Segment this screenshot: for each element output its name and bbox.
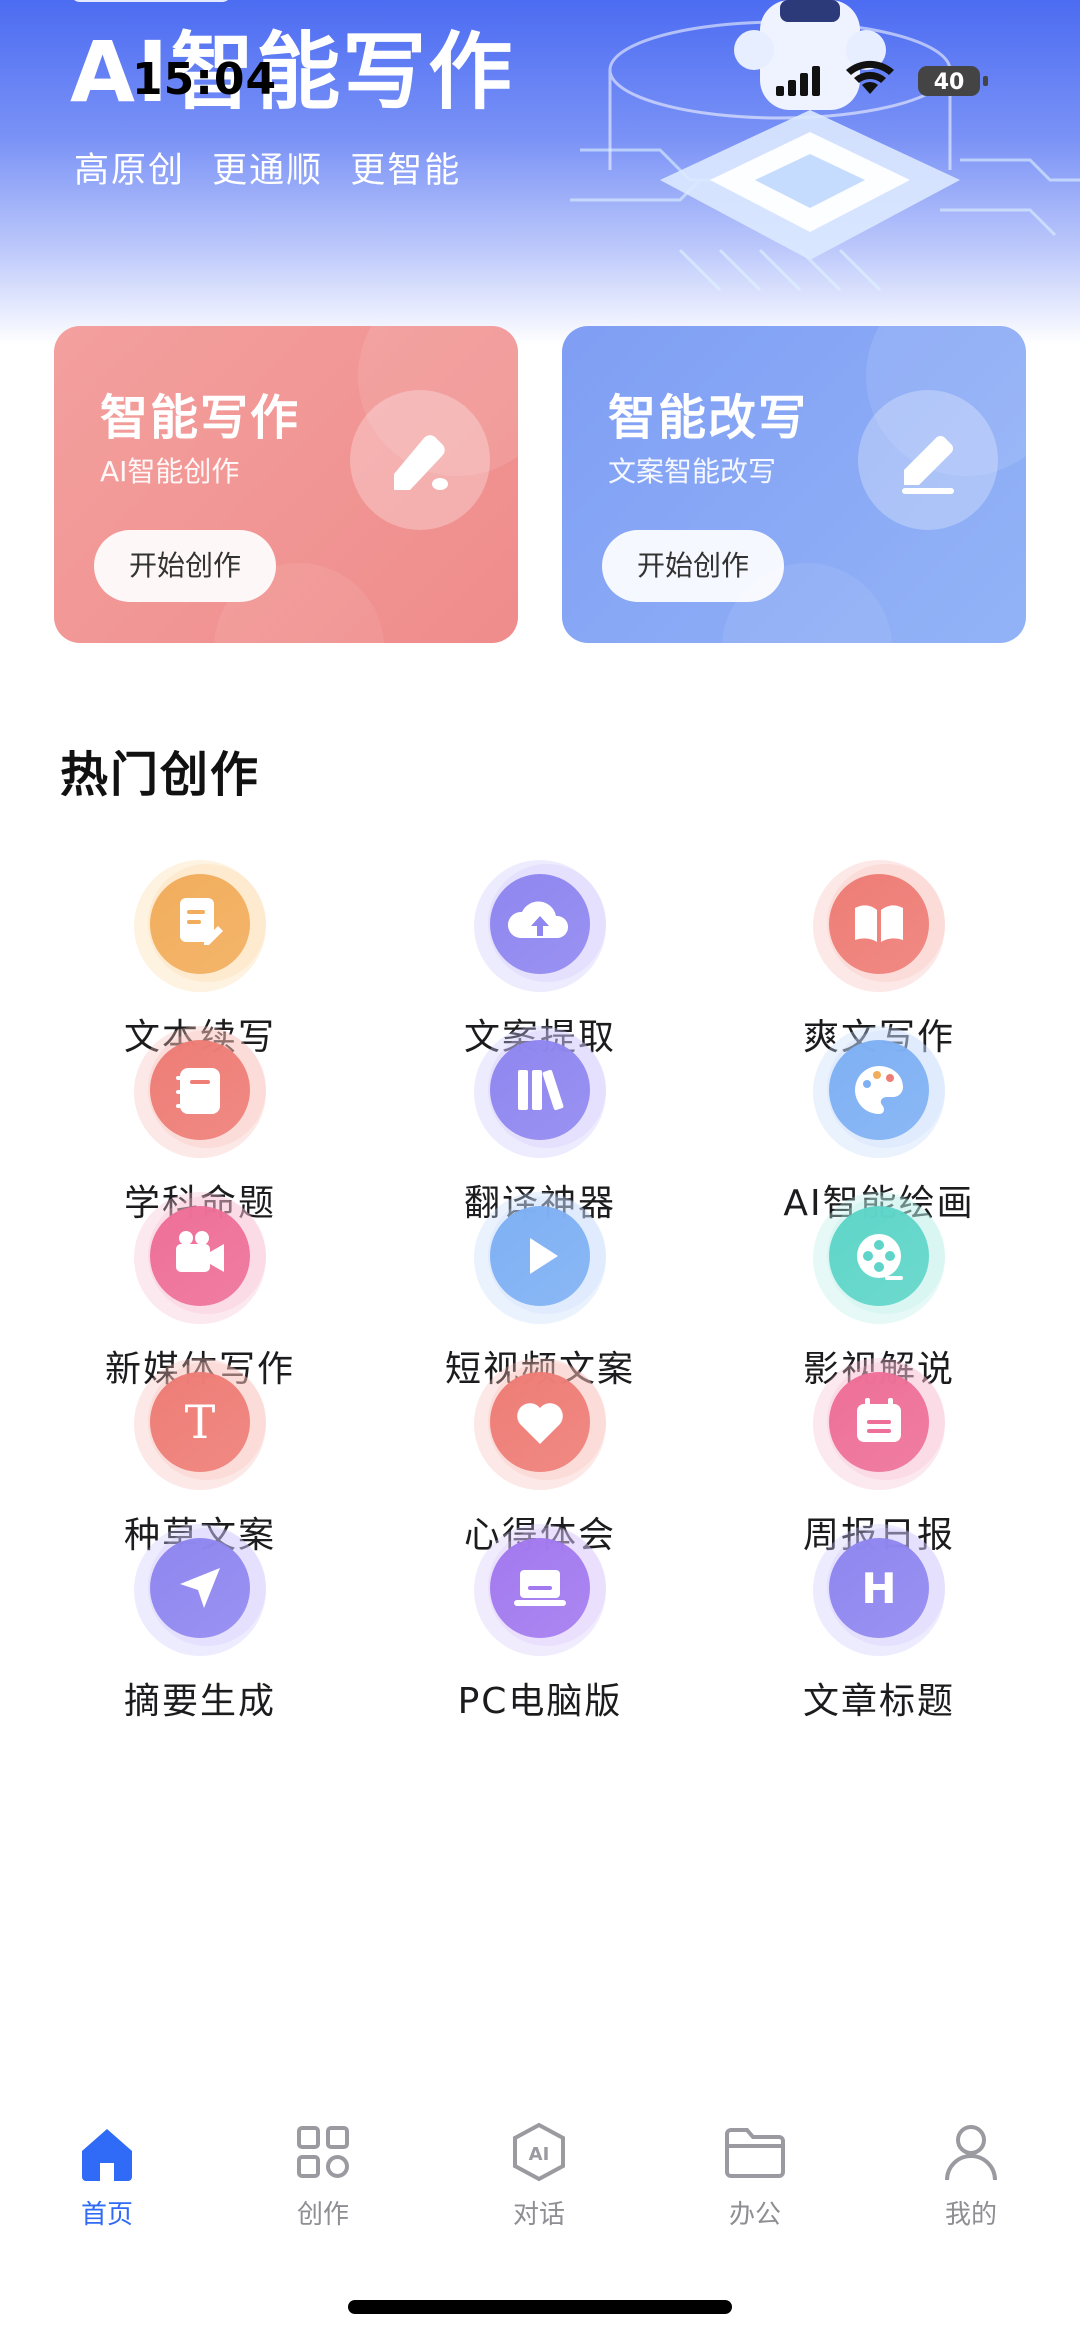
cloud-upload-icon xyxy=(474,860,606,992)
video-camera-icon xyxy=(134,1192,266,1324)
card-title: 智能改写 xyxy=(608,390,809,446)
section-title-hot-creation: 热门创作 xyxy=(60,747,261,803)
pencil-icon xyxy=(858,390,998,530)
cellular-signal-icon xyxy=(776,66,820,96)
notebook-icon xyxy=(134,1026,266,1158)
letter-t-icon: T xyxy=(134,1358,266,1490)
bottom-tab-bar: 首页 创作 AI 对话 办公 我的 xyxy=(0,2120,1080,2270)
robot-chip-illustration xyxy=(570,0,1080,292)
film-reel-icon xyxy=(813,1192,945,1324)
tool-label: PC电脑版 xyxy=(457,1681,623,1722)
tab-create[interactable]: 创作 xyxy=(263,2120,383,2250)
user-icon xyxy=(939,2120,1003,2184)
letter-h-icon: H xyxy=(813,1524,945,1656)
open-book-icon xyxy=(813,860,945,992)
card-subtitle: AI智能创作 xyxy=(100,455,240,488)
tab-label: 首页 xyxy=(80,2200,133,2230)
header-banner: AI智能写作 高原创 更通顺 更智能 xyxy=(0,0,1080,345)
laptop-icon xyxy=(474,1524,606,1656)
books-icon xyxy=(474,1026,606,1158)
smart-writing-card[interactable]: 智能写作 AI智能创作 开始创作 xyxy=(54,326,518,643)
status-time: 15:04 xyxy=(132,54,278,105)
home-icon xyxy=(75,2120,139,2184)
card-title: 智能写作 xyxy=(100,390,301,446)
header-pill-decoration xyxy=(70,0,232,2)
tab-profile[interactable]: 我的 xyxy=(911,2120,1031,2250)
home-indicator xyxy=(348,2300,732,2314)
tool-label: 文章标题 xyxy=(802,1681,955,1722)
tab-office[interactable]: 办公 xyxy=(695,2120,815,2250)
folder-icon xyxy=(723,2120,787,2184)
tool-send-arrow[interactable]: 摘要生成 xyxy=(30,1524,370,1724)
pen-icon xyxy=(350,390,490,530)
tab-label: 创作 xyxy=(296,2200,349,2230)
svg-text:T: T xyxy=(185,1395,216,1449)
calendar-icon xyxy=(813,1358,945,1490)
palette-icon xyxy=(813,1026,945,1158)
tab-chat[interactable]: AI 对话 xyxy=(479,2120,599,2250)
play-icon xyxy=(474,1192,606,1324)
start-writing-button[interactable]: 开始创作 xyxy=(94,530,276,602)
tool-letter-h[interactable]: H 文章标题 xyxy=(709,1524,1049,1724)
app-tagline: 高原创 更通顺 更智能 xyxy=(74,151,462,191)
svg-text:40: 40 xyxy=(934,70,965,95)
grid-apps-icon xyxy=(291,2120,355,2184)
smart-rewrite-card[interactable]: 智能改写 文案智能改写 开始创作 xyxy=(562,326,1026,643)
svg-text:AI: AI xyxy=(529,2144,550,2165)
svg-text:H: H xyxy=(861,1564,896,1613)
tab-home[interactable]: 首页 xyxy=(47,2120,167,2250)
tool-label: 摘要生成 xyxy=(123,1681,276,1722)
card-subtitle: 文案智能改写 xyxy=(608,455,777,488)
ai-hexagon-icon: AI xyxy=(507,2120,571,2184)
start-rewrite-button[interactable]: 开始创作 xyxy=(602,530,784,602)
wifi-icon xyxy=(846,60,894,94)
tab-label: 我的 xyxy=(944,2200,997,2230)
send-arrow-icon xyxy=(134,1524,266,1656)
document-edit-icon xyxy=(134,860,266,992)
tab-label: 对话 xyxy=(512,2200,565,2230)
status-icons: 40 xyxy=(776,60,988,96)
battery-icon: 40 xyxy=(918,66,988,96)
heart-icon xyxy=(474,1358,606,1490)
tab-label: 办公 xyxy=(728,2200,781,2230)
tool-laptop[interactable]: PC电脑版 xyxy=(370,1524,710,1724)
